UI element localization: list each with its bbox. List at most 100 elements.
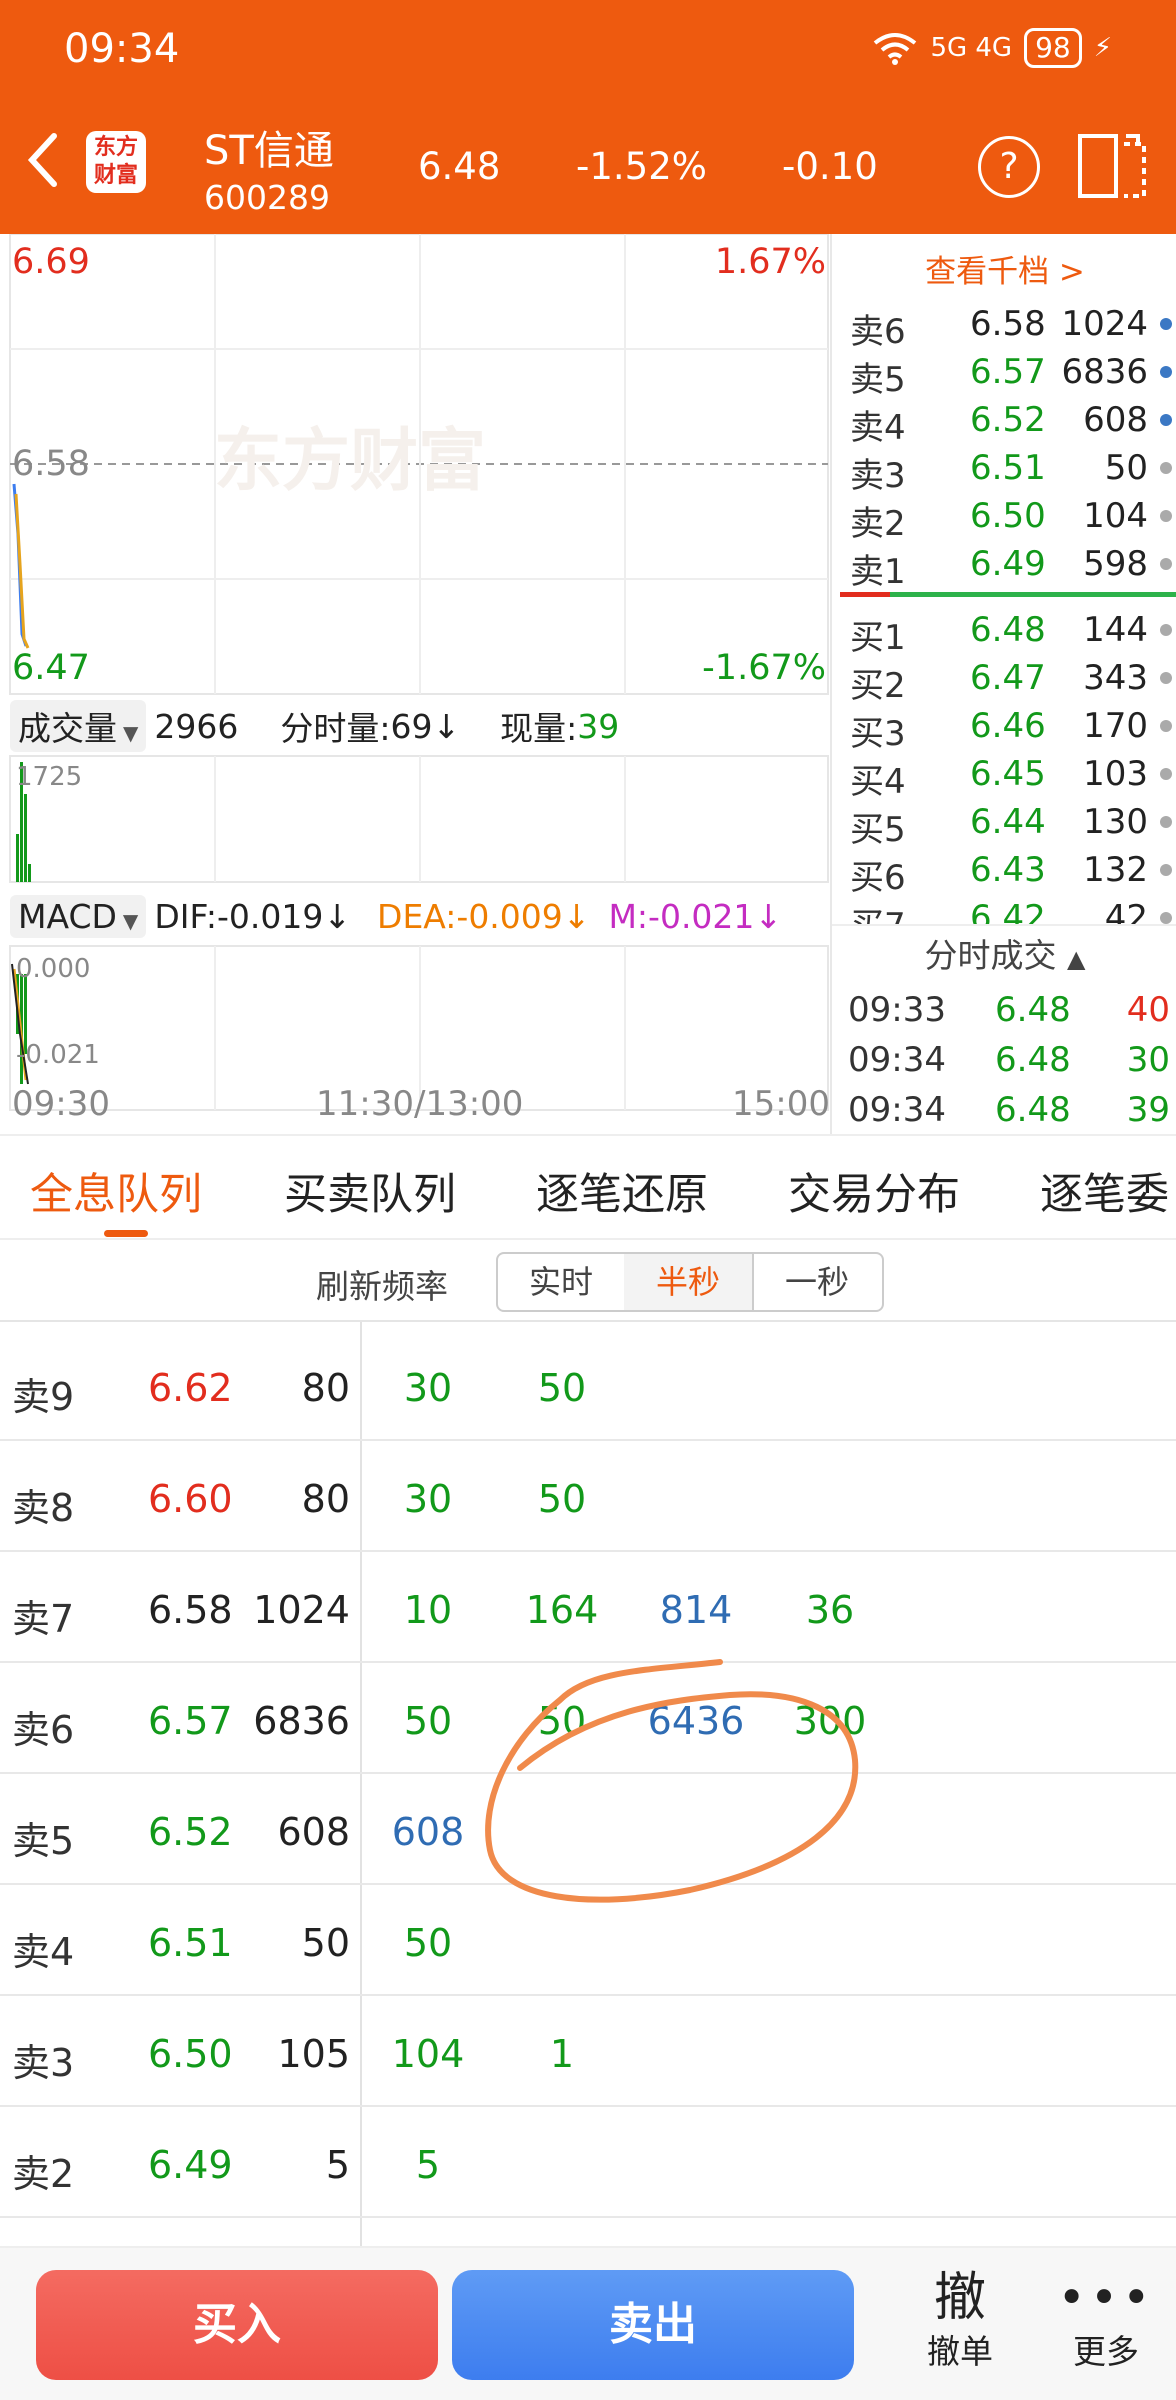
arrow-down-icon: ↓: [323, 896, 352, 936]
queue-level-label: 卖5: [12, 1819, 75, 1863]
queue-row[interactable]: 卖7 6.58 1024 10 164 814 36: [0, 1552, 1176, 1663]
bid-level-row[interactable]: 买4 6.45 103: [840, 750, 1176, 802]
signal-icon: 5G 4G: [930, 33, 1013, 63]
queue-order-size: 50: [403, 1921, 453, 1965]
level-dot-icon: [1160, 624, 1172, 636]
stock-name[interactable]: ST信通: [204, 118, 334, 176]
tab-trade-distribution[interactable]: 交易分布: [788, 1160, 960, 1222]
ask-level-row[interactable]: 卖4 6.52 608: [840, 396, 1176, 448]
level-price: 6.51: [970, 448, 1046, 488]
level-volume: 598: [1083, 544, 1148, 584]
ask-level-row[interactable]: 卖6 6.58 1024: [840, 300, 1176, 352]
queue-row[interactable]: 卖9 6.62 80 30 50: [0, 1330, 1176, 1441]
bid-level-row[interactable]: 买5 6.44 130: [840, 798, 1176, 850]
level-dot-icon: [1160, 912, 1172, 924]
back-arrow-icon[interactable]: [22, 130, 66, 190]
queue-row[interactable]: 卖6 6.57 6836 50 50 6436 300: [0, 1663, 1176, 1774]
sell-button[interactable]: 卖出: [452, 2270, 854, 2380]
bid-level-row[interactable]: 买6 6.43 132: [840, 846, 1176, 898]
volume-indicator-bar: 成交量 ▼ 2966 分时量: 69 ↓ 现量: 39: [10, 696, 619, 756]
pct-high-label: 1.67%: [714, 242, 826, 282]
queue-row[interactable]: 卖4 6.51 50 50: [0, 1885, 1176, 1996]
queue-row[interactable]: 卖3 6.50 105 104 1: [0, 1996, 1176, 2107]
level-price: 6.45: [970, 754, 1046, 794]
macd-selector[interactable]: MACD ▼: [10, 894, 147, 938]
level-volume: 1024: [1061, 304, 1148, 344]
queue-order-size: 10: [403, 1588, 453, 1632]
trade-price: 6.48: [995, 1040, 1071, 1080]
ticks-header[interactable]: 分时成交 ▲: [832, 924, 1176, 984]
queue-level-volume: 105: [277, 2032, 350, 2076]
trade-price: 6.48: [995, 1090, 1071, 1130]
refresh-realtime-button[interactable]: 实时: [496, 1252, 626, 1312]
question-circle-icon[interactable]: ?: [978, 136, 1040, 198]
queue-level-price: 6.60: [148, 1477, 233, 1521]
level-label: 买4: [850, 762, 906, 802]
queue-level-volume: 5: [325, 2143, 350, 2187]
queue-level-price: 6.51: [148, 1921, 233, 1965]
chart-watermark: 东方财富: [214, 422, 486, 501]
bid-level-row[interactable]: 买3 6.46 170: [840, 702, 1176, 754]
level-dot-icon: [1160, 366, 1172, 378]
queue-order-size: 814: [659, 1588, 733, 1632]
ask-level-row[interactable]: 卖1 6.49 598: [840, 540, 1176, 592]
refresh-one-second-button[interactable]: 一秒: [752, 1252, 884, 1312]
level-dot-icon: [1160, 414, 1172, 426]
refresh-half-second-button[interactable]: 半秒: [624, 1252, 754, 1312]
bid-level-row[interactable]: 买2 6.47 343: [840, 654, 1176, 706]
level-price: 6.57: [970, 352, 1046, 392]
wifi-icon: [874, 33, 917, 65]
caret-down-icon: ▼: [122, 908, 139, 933]
level-label: 卖5: [850, 360, 906, 400]
minute-volume-label: 分时量:: [280, 709, 391, 748]
prev-close-label: 6.58: [12, 444, 90, 484]
caret-down-icon: ▼: [123, 721, 139, 745]
view-thousand-levels-link[interactable]: 查看千档 >: [832, 246, 1176, 291]
app-header: 09:34 5G 4G 98 ⚡ 东方 财富 ST信通 600289 6.48 …: [0, 0, 1176, 234]
volume-total: 2966: [154, 706, 239, 746]
level-dot-icon: [1160, 318, 1172, 330]
order-queue-table[interactable]: 卖9 6.62 80 30 50 卖8 6.60 80 30 50 卖7 6.58 1024 10 164 8…: [0, 1320, 1176, 2246]
intraday-chart[interactable]: 东方财富 6.69 1.67% 6.58 6.47 -1.67% 成交量 ▼ 29…: [0, 234, 830, 1134]
order-book-panel: 查看千档 > 卖6 6.58 1024 卖5 6.57 6836 卖4 6.52 608 卖3 6.…: [830, 234, 1176, 1134]
tick-trade-row: 09:34 6.48 39: [840, 1086, 1176, 1136]
level-label: 卖1: [850, 552, 906, 592]
tab-full-queue[interactable]: 全息队列: [30, 1160, 202, 1222]
queue-order-size: 300: [793, 1699, 867, 1743]
ask-level-row[interactable]: 卖3 6.51 50: [840, 444, 1176, 496]
current-volume-value: 39: [577, 706, 620, 746]
queue-order-size: 36: [805, 1588, 855, 1632]
ask-level-row[interactable]: 卖2 6.50 104: [840, 492, 1176, 544]
queue-row[interactable]: 卖5 6.52 608 608: [0, 1774, 1176, 1885]
cancel-order-label: 撤单: [927, 2332, 993, 2371]
trade-volume: 30: [1126, 1040, 1170, 1080]
queue-row[interactable]: 卖2 6.49 5 5: [0, 2107, 1176, 2218]
queue-row[interactable]: 卖8 6.60 80 30 50: [0, 1441, 1176, 1552]
ask-level-row[interactable]: 卖5 6.57 6836: [840, 348, 1176, 400]
level-label: 卖4: [850, 408, 906, 448]
queue-order-size: 50: [403, 1699, 453, 1743]
tab-bar: 全息队列 买卖队列 逐笔还原 交易分布 逐笔委: [0, 1134, 1176, 1240]
volume-max-label: 1725: [16, 762, 83, 792]
queue-level-price: 6.62: [148, 1366, 233, 1410]
arrow-down-icon: ↓: [754, 896, 783, 936]
level-dot-icon: [1160, 558, 1172, 570]
macd-dif: DIF:-0.019: [154, 896, 324, 936]
split-screen-icon[interactable]: [1076, 132, 1148, 200]
level-dot-icon: [1160, 510, 1172, 522]
macd-zero-label: 0.000: [16, 954, 91, 984]
trade-time: 09:34: [848, 1090, 946, 1130]
bid-level-row[interactable]: 买1 6.48 144: [840, 606, 1176, 658]
tab-tick-orders[interactable]: 逐笔委: [1040, 1160, 1169, 1222]
buy-button[interactable]: 买入: [36, 2270, 438, 2380]
more-button[interactable]: ••• 更多: [1046, 2266, 1166, 2386]
cancel-order-button[interactable]: 撤 撤单: [900, 2266, 1020, 2386]
arrow-down-icon: ↓: [562, 896, 591, 936]
tab-tick-replay[interactable]: 逐笔还原: [536, 1160, 708, 1222]
queue-order-size: 608: [391, 1810, 465, 1854]
level-dot-icon: [1160, 672, 1172, 684]
tab-bid-ask-queue[interactable]: 买卖队列: [284, 1160, 456, 1222]
volume-selector[interactable]: 成交量 ▼: [10, 700, 147, 752]
refresh-rate-control: 刷新频率 实时 半秒 一秒: [0, 1240, 1176, 1320]
queue-order-size: 30: [403, 1366, 453, 1410]
